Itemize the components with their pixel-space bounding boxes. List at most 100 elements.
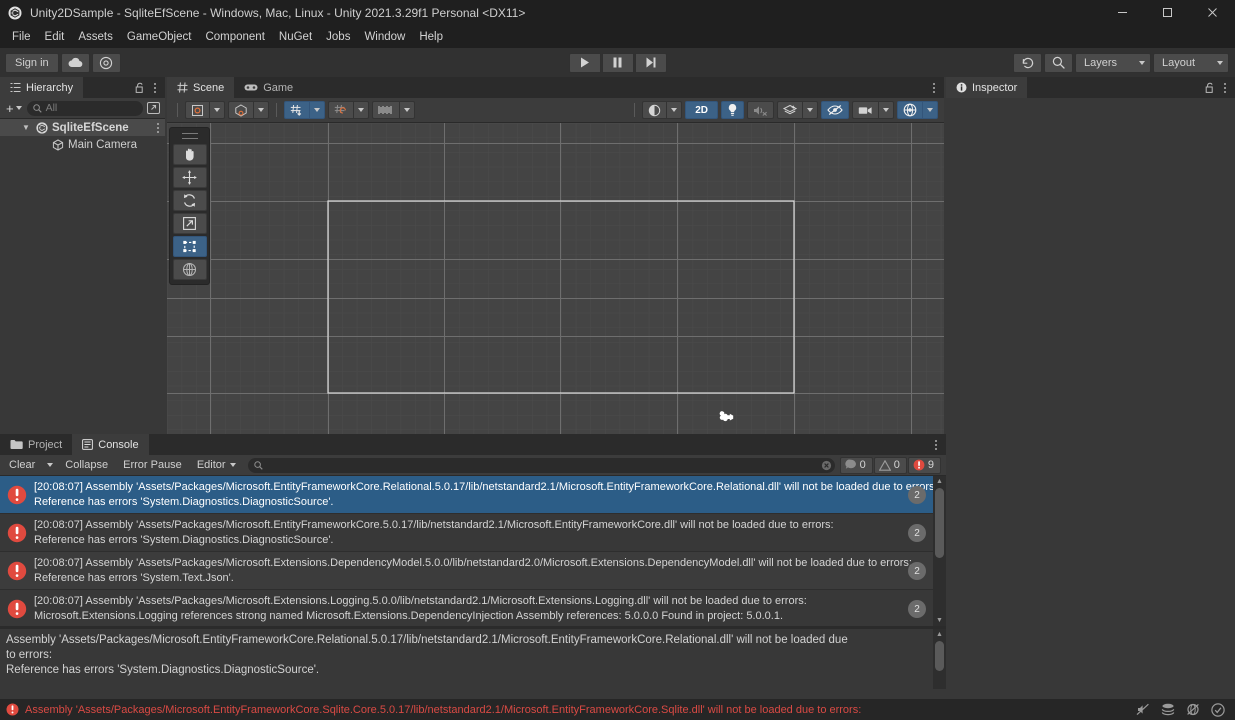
console-list-scrollbar[interactable]: ▲ ▼ xyxy=(933,476,946,626)
scrollbar-thumb[interactable] xyxy=(935,488,944,558)
check-circle-icon[interactable] xyxy=(1211,702,1225,717)
status-bar[interactable]: Assembly 'Assets/Packages/Microsoft.Enti… xyxy=(0,699,1235,720)
menu-gameobject[interactable]: GameObject xyxy=(120,28,199,46)
kebab-menu-icon[interactable] xyxy=(155,121,161,135)
add-gameobject-button[interactable]: + xyxy=(4,101,24,116)
tab-console[interactable]: Console xyxy=(72,434,149,455)
tab-project[interactable]: Project xyxy=(0,434,72,455)
rotate-tool[interactable] xyxy=(172,190,207,211)
minimize-button[interactable] xyxy=(1100,0,1145,25)
maximize-button[interactable] xyxy=(1145,0,1190,25)
hierarchy-item-main-camera[interactable]: Main Camera xyxy=(0,136,165,153)
search-clear-icon[interactable] xyxy=(821,460,832,471)
scroll-up-icon[interactable]: ▲ xyxy=(936,476,943,487)
undo-history-icon[interactable] xyxy=(1013,52,1042,73)
layers-stack-icon[interactable] xyxy=(1161,703,1175,716)
menu-assets[interactable]: Assets xyxy=(71,28,120,46)
log-count-filter[interactable]: 0 xyxy=(839,456,873,474)
search-icon[interactable] xyxy=(1044,52,1073,73)
kebab-menu-icon[interactable] xyxy=(1222,81,1228,95)
warning-count-filter[interactable]: 0 xyxy=(873,456,907,474)
move-tool[interactable] xyxy=(172,167,207,188)
close-button[interactable] xyxy=(1190,0,1235,25)
console-detail-scrollbar[interactable]: ▲ xyxy=(933,629,946,689)
tab-game[interactable]: Game xyxy=(234,77,303,98)
tab-inspector[interactable]: Inspector xyxy=(946,77,1028,98)
scale-tool[interactable] xyxy=(172,213,207,234)
layers-dropdown[interactable]: Layers xyxy=(1075,52,1151,73)
scene-camera-dropdown[interactable] xyxy=(878,101,894,119)
scroll-down-icon[interactable]: ▼ xyxy=(936,615,943,626)
hand-tool[interactable] xyxy=(172,144,207,165)
grid-snap-toggle[interactable] xyxy=(284,101,309,119)
tab-hierarchy[interactable]: Hierarchy xyxy=(0,77,84,98)
layout-dropdown[interactable]: Layout xyxy=(1153,52,1229,73)
menu-file[interactable]: File xyxy=(5,28,38,46)
pause-button[interactable] xyxy=(601,52,634,73)
hierarchy-item-scene[interactable]: ▼ SqliteEfScene xyxy=(0,119,165,136)
pivot-dropdown[interactable] xyxy=(209,101,225,119)
gizmos-toggle[interactable] xyxy=(897,101,922,119)
menu-edit[interactable]: Edit xyxy=(38,28,72,46)
menu-help[interactable]: Help xyxy=(412,28,450,46)
center-toggle[interactable] xyxy=(228,101,253,119)
scroll-up-icon[interactable]: ▲ xyxy=(936,629,943,640)
ruler-toggle[interactable] xyxy=(372,101,399,119)
lock-open-icon[interactable] xyxy=(1205,82,1215,94)
scene-viewport[interactable] xyxy=(167,123,944,455)
kebab-menu-icon[interactable] xyxy=(933,438,939,452)
lock-open-icon[interactable] xyxy=(135,82,145,94)
menu-nuget[interactable]: NuGet xyxy=(272,28,319,46)
scene-effects-toggle[interactable] xyxy=(777,101,802,119)
console-entry[interactable]: [20:08:07] Assembly 'Assets/Packages/Mic… xyxy=(0,476,946,514)
main-camera-gizmo[interactable] xyxy=(719,411,737,424)
error-count-filter[interactable]: 9 xyxy=(907,456,941,474)
editor-dropdown[interactable]: Editor xyxy=(190,457,243,474)
chevron-down-icon[interactable]: ▼ xyxy=(20,123,32,132)
cloud-icon[interactable] xyxy=(60,52,90,73)
error-pause-button[interactable]: Error Pause xyxy=(116,457,189,474)
console-entry[interactable]: [20:08:07] Assembly 'Assets/Packages/Mic… xyxy=(0,590,946,626)
draw-mode-dropdown[interactable] xyxy=(666,101,683,119)
kebab-menu-icon[interactable] xyxy=(152,81,158,95)
scene-visibility-toggle[interactable] xyxy=(821,101,849,119)
scene-lighting-toggle[interactable] xyxy=(721,101,744,119)
mode-2d-toggle[interactable]: 2D xyxy=(685,101,718,119)
rect-tool[interactable] xyxy=(172,236,207,257)
collapse-button[interactable]: Collapse xyxy=(58,457,115,474)
clear-button[interactable]: Clear xyxy=(2,457,42,474)
gear-icon[interactable] xyxy=(91,52,121,73)
tab-scene[interactable]: Scene xyxy=(167,77,235,98)
step-button[interactable] xyxy=(634,52,667,73)
menu-component[interactable]: Component xyxy=(198,28,271,46)
console-search-input[interactable] xyxy=(247,457,835,473)
menu-jobs[interactable]: Jobs xyxy=(319,28,357,46)
console-entry[interactable]: [20:08:07] Assembly 'Assets/Packages/Mic… xyxy=(0,514,946,552)
snap-increment-dropdown[interactable] xyxy=(353,101,369,119)
console-entry[interactable]: [20:08:07] Assembly 'Assets/Packages/Mic… xyxy=(0,552,946,590)
gizmos-dropdown[interactable] xyxy=(922,101,938,119)
sign-in-button[interactable]: Sign in xyxy=(5,52,59,73)
scrollbar-thumb[interactable] xyxy=(935,641,944,671)
grid-snap-dropdown[interactable] xyxy=(309,101,325,119)
shaded-draw-mode[interactable] xyxy=(642,101,667,119)
scene-effects-dropdown[interactable] xyxy=(802,101,818,119)
transform-tool[interactable] xyxy=(172,259,207,280)
snap-increment-toggle[interactable] xyxy=(328,101,353,119)
kebab-menu-icon[interactable] xyxy=(931,81,937,95)
menu-window[interactable]: Window xyxy=(357,28,412,46)
scene-camera-settings[interactable] xyxy=(852,101,878,119)
clear-dropdown[interactable] xyxy=(43,457,57,474)
no-sound-icon[interactable] xyxy=(1136,703,1150,716)
expand-icon[interactable] xyxy=(146,101,161,115)
hierarchy-search-input[interactable]: All xyxy=(26,100,143,116)
console-entry-list[interactable]: [20:08:07] Assembly 'Assets/Packages/Mic… xyxy=(0,476,946,626)
ruler-dropdown[interactable] xyxy=(399,101,415,119)
scene-audio-toggle[interactable] xyxy=(747,101,774,119)
drag-handle[interactable] xyxy=(181,133,198,139)
no-preview-icon[interactable] xyxy=(1186,703,1200,716)
console-detail-pane[interactable]: Assembly 'Assets/Packages/Microsoft.Enti… xyxy=(0,629,946,689)
center-dropdown[interactable] xyxy=(253,101,269,119)
play-button[interactable] xyxy=(568,52,601,73)
pivot-toggle[interactable] xyxy=(185,101,209,119)
